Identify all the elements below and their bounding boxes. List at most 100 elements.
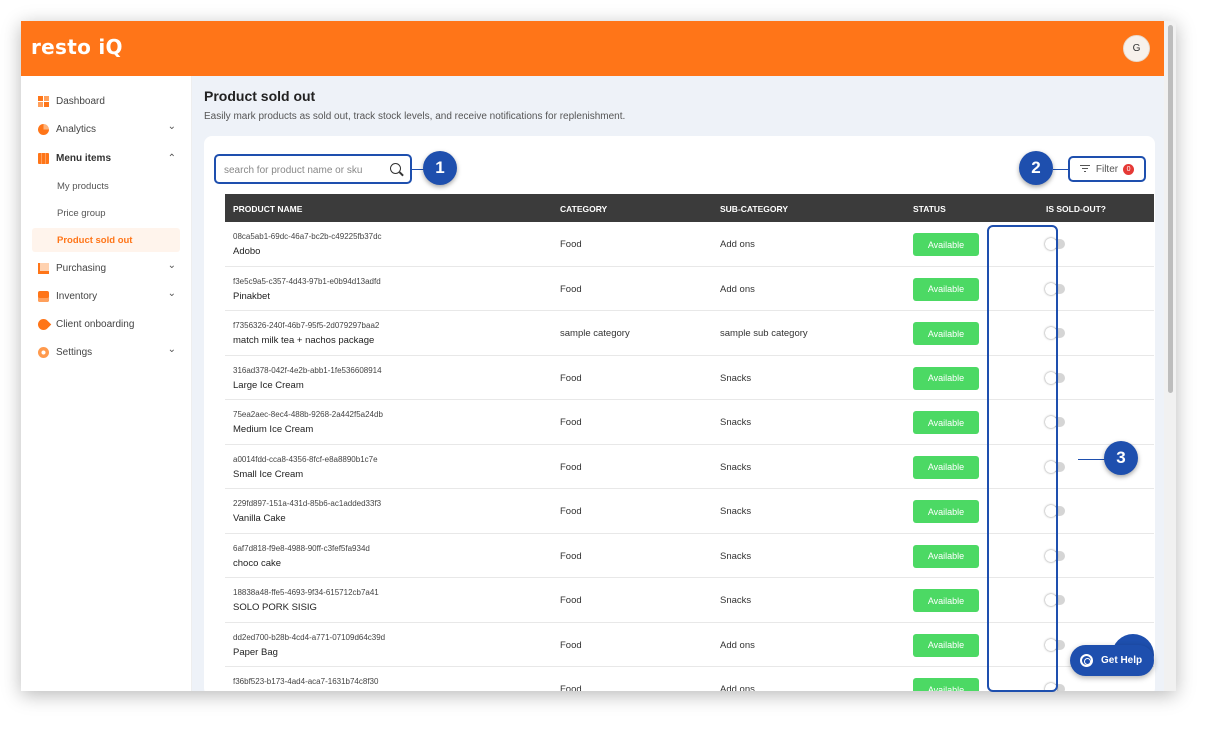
product-name: SOLO PORK SISIG [233, 602, 317, 613]
product-name: Small Ice Cream [233, 468, 304, 480]
product-id: a0014fdd-cca8-4356-8fcf-e8a8890b1c7e [233, 454, 378, 464]
gear-icon [38, 346, 49, 358]
product-name: Medium Ice Cream [233, 424, 314, 435]
category-cell: Food [560, 550, 582, 562]
callout-connector [1078, 459, 1106, 460]
box-icon [38, 290, 49, 302]
sidebar-subitem-price-group[interactable]: Price group [32, 201, 180, 225]
sub-category-cell: Add ons [720, 239, 755, 250]
callout-marker-3: 3 [1104, 441, 1138, 475]
sidebar-subitem-my-products[interactable]: My products [32, 174, 180, 198]
sidebar-item-purchasing[interactable]: Purchasing ⌄ [32, 256, 180, 280]
sidebar-item-label: Settings [56, 346, 93, 358]
search-input[interactable] [224, 162, 384, 178]
lifebuoy-icon [1080, 654, 1093, 667]
cart-icon [38, 262, 49, 274]
header-category[interactable]: CATEGORY [560, 204, 607, 214]
chevron-down-icon: ⌄ [167, 288, 176, 299]
avatar[interactable]: G [1123, 35, 1150, 62]
category-cell: Food [560, 595, 582, 606]
table-header: PRODUCT NAME CATEGORY SUB-CATEGORY STATU… [225, 194, 1154, 222]
product-id: 316ad378-042f-4e2b-abb1-1fe536608914 [233, 365, 382, 375]
status-badge: Available [913, 322, 979, 345]
product-id: f3e5c9a5-c357-4d43-97b1-e0b94d13adfd [233, 276, 381, 286]
product-name: match milk tea + nachos package [233, 335, 375, 346]
product-name: Pinakbet [233, 290, 270, 302]
product-id: 08ca5ab1-69dc-46a7-bc2b-c49225fb37dc [233, 232, 382, 241]
sidebar: Dashboard Analytics ⌄ Menu items ⌃ My pr… [21, 76, 192, 691]
product-id: 6af7d818-f9e8-4988-90ff-c3fef5fa934d [233, 543, 370, 553]
category-cell: sample category [560, 328, 630, 339]
category-cell: Food [560, 684, 582, 691]
category-cell: Food [560, 417, 582, 428]
sub-category-cell: Snacks [720, 417, 752, 428]
dashboard-icon [38, 95, 49, 107]
get-help-label: Get Help [1101, 655, 1143, 666]
sidebar-item-label: Inventory [56, 290, 98, 302]
filter-count-badge: 0 [1123, 163, 1135, 175]
product-id: 18838a48-ffe5-4693-9f34-615712cb7a41 [233, 588, 379, 597]
sub-category-cell: Snacks [720, 506, 752, 517]
sub-category-cell: Add ons [720, 639, 755, 651]
sub-category-cell: Add ons [720, 684, 755, 691]
category-cell: Food [560, 461, 582, 473]
filter-button[interactable]: Filter 0 [1068, 156, 1146, 182]
page-subtitle: Easily mark products as sold out, track … [204, 111, 626, 122]
pie-chart-icon [38, 123, 49, 135]
product-id: f7356326-240f-46b7-95f5-2d079297baa2 [233, 321, 380, 330]
status-badge: Available [913, 277, 979, 301]
callout-marker-2: 2 [1019, 151, 1053, 185]
page-title: Product sold out [204, 88, 316, 104]
header-product-name[interactable]: PRODUCT NAME [233, 204, 302, 214]
sidebar-item-client-onboarding[interactable]: Client onboarding [32, 312, 180, 336]
sold-out-column-highlight [987, 225, 1058, 692]
page-scrollbar[interactable] [1164, 21, 1176, 691]
sub-category-cell: Snacks [720, 461, 752, 473]
sidebar-item-label: Menu items [56, 152, 112, 164]
product-id: 75ea2aec-8ec4-488b-9268-2a442f5a24db [233, 410, 383, 419]
category-cell: Food [560, 639, 582, 651]
rocket-icon [35, 316, 52, 332]
sidebar-item-inventory[interactable]: Inventory ⌄ [32, 284, 180, 308]
search-box[interactable] [214, 154, 412, 184]
search-icon[interactable] [390, 163, 401, 174]
get-help-button[interactable]: Get Help [1070, 645, 1154, 676]
status-badge: Available [913, 589, 979, 612]
category-cell: Food [560, 372, 582, 384]
sub-category-cell: Snacks [720, 550, 752, 562]
filter-icon [1079, 165, 1090, 173]
product-name: Paper Bag [233, 646, 278, 658]
header-sub-category[interactable]: SUB-CATEGORY [720, 204, 788, 214]
filter-label: Filter [1095, 163, 1119, 175]
sidebar-subitem-product-sold-out[interactable]: Product sold out [32, 228, 180, 252]
product-name: choco cake [233, 557, 282, 569]
sidebar-item-settings[interactable]: Settings ⌄ [32, 340, 180, 364]
chevron-up-icon: ⌃ [167, 153, 176, 164]
sidebar-item-label: Dashboard [56, 95, 105, 107]
menu-icon [38, 152, 49, 164]
status-badge: Available [913, 678, 979, 691]
brand-logo[interactable]: resto iQ [31, 35, 123, 59]
header-status[interactable]: STATUS [913, 204, 946, 214]
sub-category-cell: Snacks [720, 595, 752, 606]
sidebar-item-menu-items[interactable]: Menu items ⌃ [32, 146, 180, 170]
status-badge: Available [913, 366, 979, 390]
sub-category-cell: Add ons [720, 283, 755, 295]
sidebar-item-label: Client onboarding [56, 318, 135, 330]
sidebar-item-label: Purchasing [56, 262, 107, 274]
product-id: dd2ed700-b28b-4cd4-a771-07109d64c39d [233, 632, 386, 642]
status-badge: Available [913, 633, 979, 657]
sidebar-item-analytics[interactable]: Analytics ⌄ [32, 117, 180, 141]
sub-category-cell: sample sub category [720, 328, 808, 339]
status-badge: Available [913, 500, 979, 523]
callout-connector [1053, 169, 1068, 170]
chevron-down-icon: ⌄ [167, 344, 176, 355]
product-name: Vanilla Cake [233, 513, 286, 524]
sidebar-item-dashboard[interactable]: Dashboard [32, 89, 180, 113]
chevron-down-icon: ⌄ [167, 260, 176, 271]
product-id: f36bf523-b173-4ad4-aca7-1631b74c8f30 [233, 677, 379, 686]
category-cell: Food [560, 506, 582, 517]
scrollbar-thumb[interactable] [1168, 25, 1173, 393]
header-is-sold-out[interactable]: IS SOLD-OUT? [1046, 204, 1106, 214]
product-id: 229fd897-151a-431d-85b6-ac1added33f3 [233, 499, 382, 508]
